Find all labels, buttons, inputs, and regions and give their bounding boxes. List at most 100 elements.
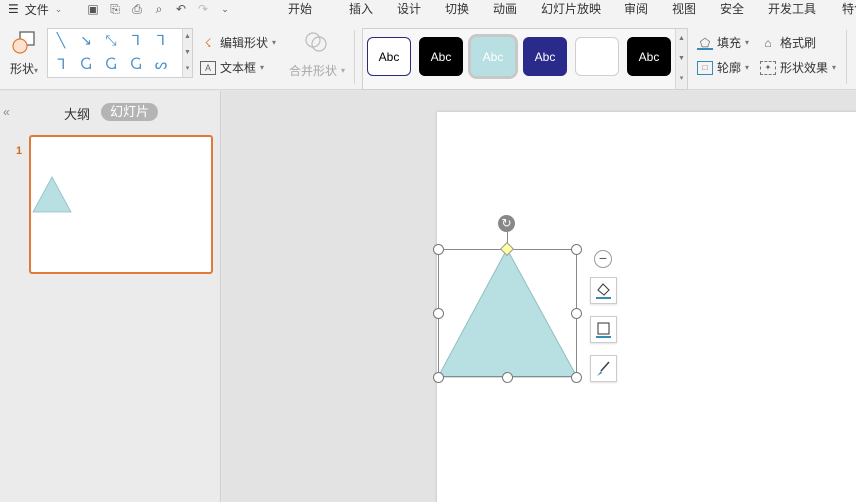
hamburger-icon: ☰ (8, 2, 19, 16)
style-preset-5[interactable] (575, 37, 619, 76)
slide-number: 1 (16, 145, 23, 157)
tab-home[interactable]: 开始 (288, 0, 349, 18)
style-preset-1[interactable]: Abc (367, 37, 411, 76)
file-menu-label: 文件 (24, 2, 49, 17)
resize-handle-middle-right[interactable] (571, 308, 582, 319)
slides-panel: « 大纲 幻灯片 1 (0, 91, 221, 502)
tab-slideshow[interactable]: 幻灯片放映 (541, 0, 624, 18)
tab-review[interactable]: 审阅 (624, 0, 672, 18)
selection-frame (438, 249, 577, 377)
resize-handle-bottom-center[interactable] (502, 372, 513, 383)
outline-label: 轮廓 (717, 61, 742, 75)
style-preset-label: Abc (534, 50, 556, 64)
collapse-quick-tools-icon[interactable]: − (594, 250, 612, 268)
chevron-down-icon: ▾ (745, 63, 750, 72)
fill-button[interactable]: ⬠ 填充 ▾ (697, 34, 749, 51)
style-preset-3-selected[interactable]: Abc (468, 34, 518, 79)
quick-outline-button[interactable] (590, 316, 617, 343)
file-menu[interactable]: ☰ 文件 ⌄ (0, 1, 82, 18)
curved-connector-icon[interactable]: Ⴚ (76, 55, 96, 73)
curved-double-arrow-icon[interactable]: Ⴚ (126, 55, 146, 73)
thumbnail-triangle (32, 176, 72, 213)
tab-transition[interactable]: 切换 (445, 0, 493, 18)
edit-shape-label: 编辑形状 (220, 36, 269, 50)
tab-insert[interactable]: 插入 (349, 0, 397, 18)
redo-icon[interactable]: ↷ (196, 2, 210, 16)
resize-handle-middle-left[interactable] (433, 308, 444, 319)
customize-chevron-icon[interactable]: ⌄ (218, 2, 232, 16)
shape-styles-gallery: Abc Abc Abc Abc Abc ▲ ▼ ▾ (362, 28, 688, 90)
elbow-arrow-connector-icon[interactable]: ⅂ (151, 31, 171, 49)
outline-button[interactable]: □ 轮廓 ▾ (697, 59, 749, 76)
resize-handle-bottom-left[interactable] (433, 372, 444, 383)
resize-handle-top-right[interactable] (571, 244, 582, 255)
chevron-down-icon: ▾ (34, 66, 39, 75)
style-preset-label: Abc (430, 50, 452, 64)
format-painter-icon: ⌂ (764, 35, 772, 50)
ribbon-tabs: 开始 插入 设计 切换 动画 幻灯片放映 审阅 视图 安全 开发工具 特色 (288, 0, 856, 18)
tab-design[interactable]: 设计 (397, 0, 445, 18)
style-preset-4[interactable]: Abc (523, 37, 567, 76)
fill-label: 填充 (717, 36, 742, 50)
textbox-button[interactable]: A 文本框 ▾ (200, 59, 264, 76)
print-icon[interactable]: ⎙ (130, 2, 144, 16)
quick-format-painter-button[interactable] (590, 355, 617, 382)
quick-fill-button[interactable] (590, 277, 617, 304)
edit-shape-button[interactable]: ☇ 编辑形状 ▾ (200, 34, 276, 51)
chevron-down-icon: ▾ (341, 66, 346, 75)
rotate-handle-icon[interactable]: ↻ (498, 215, 515, 232)
elbow-double-arrow-icon[interactable]: ᒣ (51, 55, 71, 73)
menu-bar: ☰ 文件 ⌄ ▣ ⎘ ⎙ ⌕ ↶ ↷ ⌄ 开始 插入 设计 切换 动画 幻灯片放… (0, 0, 856, 18)
chevron-down-icon: ▾ (745, 38, 750, 47)
tab-view[interactable]: 视图 (672, 0, 720, 18)
double-arrow-line-icon[interactable]: ⤡ (101, 31, 121, 49)
ribbon: 形状▾ ╲ ↘ ⤡ ⅂ ⅂ ᒣ Ⴚ Ⴚ Ⴚ ᔕ ▲ ▼ ▾ ☇ 编辑形状 ▾ A 文… (0, 18, 856, 90)
save-icon[interactable]: ▣ (86, 2, 100, 16)
outline-icon (596, 322, 611, 338)
brush-icon (597, 361, 610, 376)
resize-handle-bottom-right[interactable] (571, 372, 582, 383)
freeform-curve-icon[interactable]: ᔕ (151, 55, 171, 73)
chevron-down-icon: ▾ (272, 38, 277, 47)
shape-effect-icon: ✦ (760, 60, 776, 75)
tab-special[interactable]: 特色 (842, 0, 856, 18)
undo-icon[interactable]: ↶ (174, 2, 188, 16)
textbox-icon: A (200, 60, 216, 75)
style-preset-2[interactable]: Abc (419, 37, 463, 76)
line-shape-icon[interactable]: ╲ (51, 31, 71, 49)
elbow-connector-icon[interactable]: ⅂ (126, 31, 146, 49)
insert-shape-button[interactable]: 形状▾ (6, 30, 42, 82)
resize-handle-top-left[interactable] (433, 244, 444, 255)
shape-effect-button[interactable]: ✦ 形状效果 ▾ (760, 59, 836, 76)
style-preset-label: Abc (378, 50, 400, 64)
format-painter-button[interactable]: ⌂ 格式刷 (760, 34, 816, 51)
style-preset-label: Abc (482, 50, 504, 64)
editing-canvas: ↻ − (222, 91, 856, 502)
shape-icon (11, 30, 37, 56)
styles-gallery-scroll[interactable]: ▲ ▼ ▾ (675, 29, 687, 89)
merge-shape-button[interactable]: 合并形状 ▾ (289, 62, 345, 79)
tab-developer[interactable]: 开发工具 (768, 0, 842, 18)
collapse-panel-icon[interactable]: « (3, 105, 10, 119)
style-preset-6[interactable]: Abc (627, 37, 671, 76)
chevron-down-icon: ▾ (260, 63, 265, 72)
tab-animation[interactable]: 动画 (493, 0, 541, 18)
slide-thumbnail[interactable] (29, 135, 213, 274)
line-shapes-gallery[interactable]: ╲ ↘ ⤡ ⅂ ⅂ ᒣ Ⴚ Ⴚ Ⴚ ᔕ ▲ ▼ ▾ (47, 28, 193, 78)
gallery-scroll[interactable]: ▲ ▼ ▾ (182, 29, 192, 77)
merge-shape-label: 合并形状 (289, 64, 338, 78)
curved-arrow-connector-icon[interactable]: Ⴚ (101, 55, 121, 73)
divider (354, 30, 355, 84)
merge-shape-icon (304, 31, 328, 53)
shape-effect-label: 形状效果 (780, 61, 829, 75)
tab-slides[interactable]: 幻灯片 (101, 103, 158, 121)
tab-outline[interactable]: 大纲 (64, 104, 90, 123)
style-preset-label: Abc (638, 50, 660, 64)
print-preview-icon[interactable]: ⌕ (152, 2, 166, 16)
thumbnail-preview (32, 176, 72, 213)
divider (846, 30, 847, 84)
tab-security[interactable]: 安全 (720, 0, 768, 18)
outline-icon: □ (697, 60, 713, 75)
export-pdf-icon[interactable]: ⎘ (108, 2, 122, 16)
arrow-line-icon[interactable]: ↘ (76, 31, 96, 49)
